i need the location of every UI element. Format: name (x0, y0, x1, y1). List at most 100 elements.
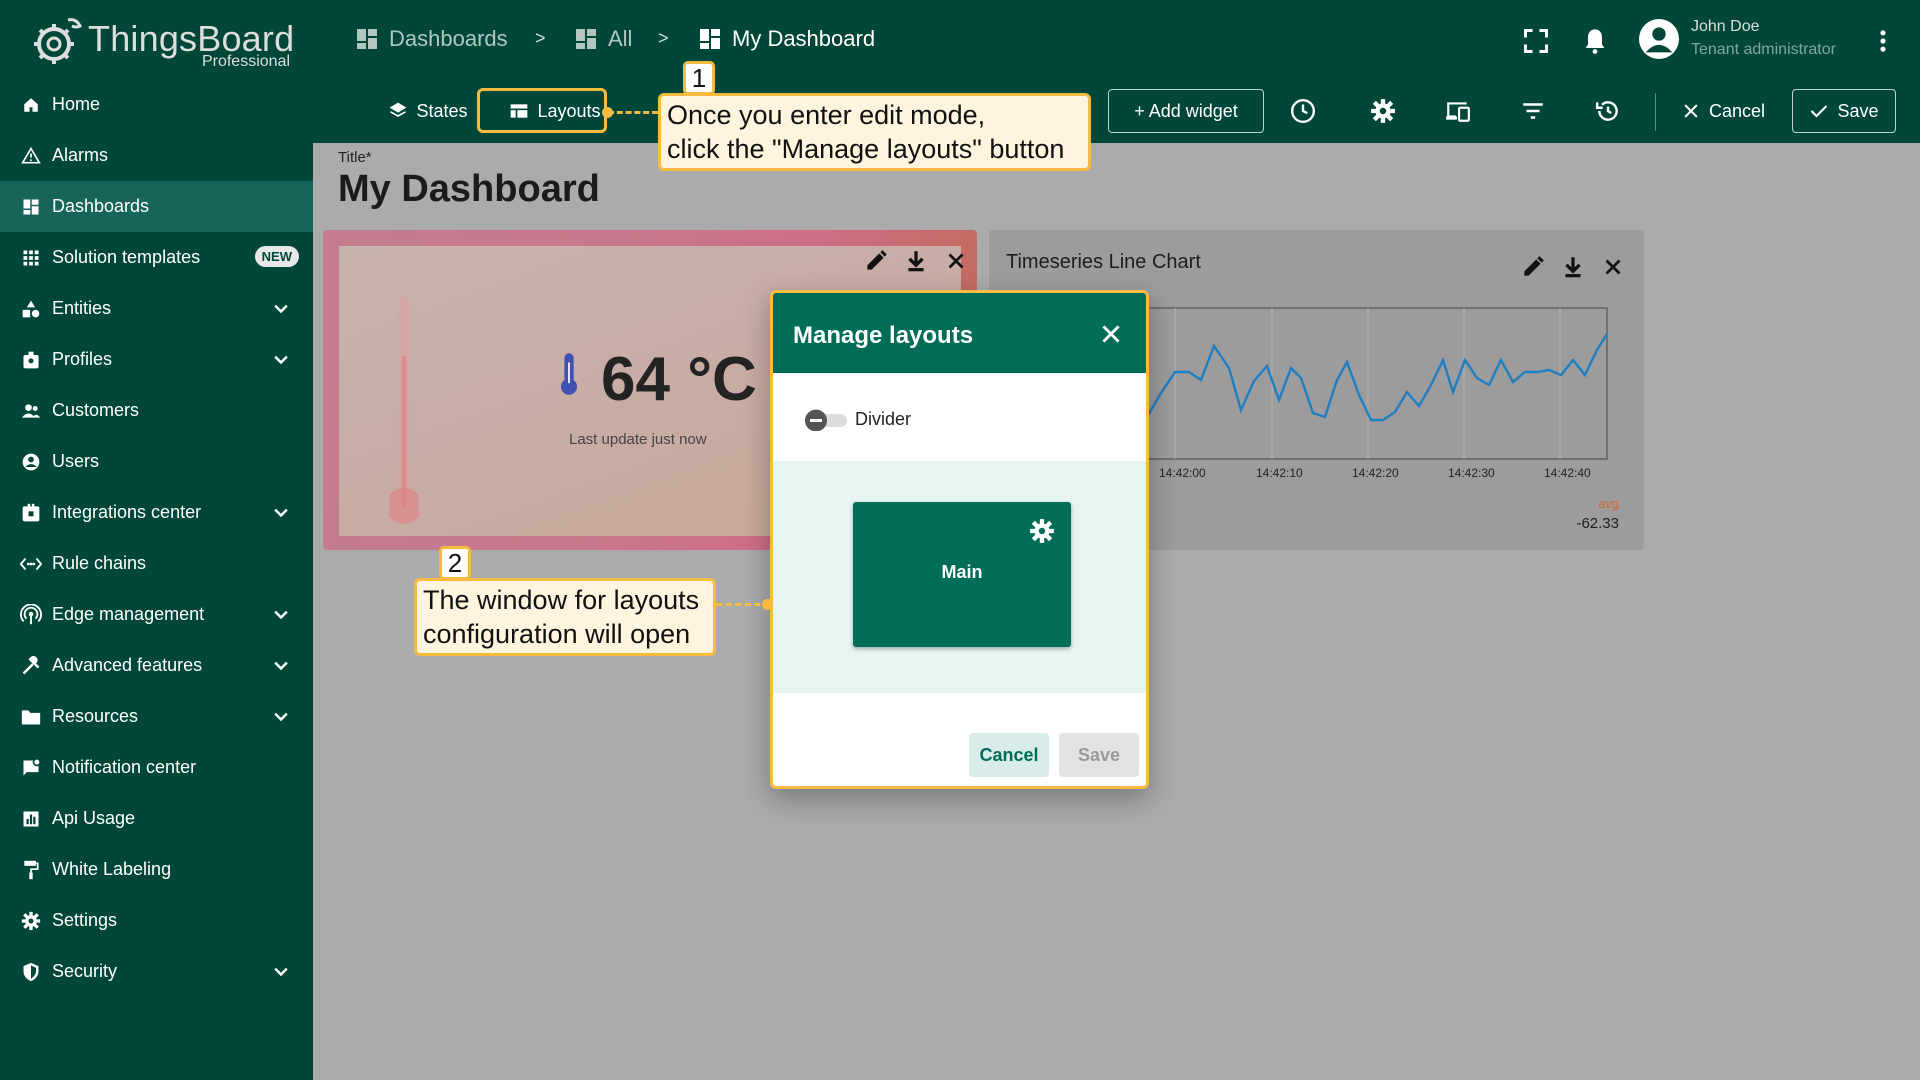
warning-icon (20, 145, 42, 167)
sidebar-item-home[interactable]: Home (0, 79, 313, 130)
sidebar-item-integrations-center[interactable]: Integrations center (0, 487, 313, 538)
series-line (1118, 333, 1609, 429)
sidebar-item-resources[interactable]: Resources (0, 691, 313, 742)
thermometer-image (389, 296, 419, 524)
history-icon[interactable] (1595, 98, 1621, 124)
notification-icon (20, 757, 42, 779)
sidebar-item-users[interactable]: Users (0, 436, 313, 487)
more-vert-icon[interactable] (1869, 27, 1897, 55)
rule-chain-icon (20, 553, 42, 575)
last-update-text: Last update just now (569, 431, 707, 448)
page-title[interactable]: My Dashboard (338, 168, 600, 211)
sidebar-item-label: Integrations center (52, 502, 202, 522)
gear-icon[interactable] (1370, 98, 1396, 124)
breadcrumb-all[interactable]: All (574, 26, 632, 52)
x-tick-label: 14:42:10 (1256, 466, 1303, 480)
sidebar-item-label: Profiles (52, 349, 113, 369)
gear-icon[interactable] (1029, 518, 1055, 544)
paint-roller-icon (20, 859, 42, 881)
sidebar-item-settings[interactable]: Settings (0, 895, 313, 946)
chevron-down-icon (274, 508, 288, 518)
callout-text: Once you enter edit mode, (667, 100, 986, 130)
sidebar-item-dashboards[interactable]: Dashboards (0, 181, 313, 232)
layouts-highlight (477, 88, 607, 133)
cancel-label: Cancel (1708, 100, 1766, 121)
tools-icon (20, 655, 42, 677)
fullscreen-icon[interactable] (1522, 27, 1550, 55)
sidebar-item-profiles[interactable]: Profiles (0, 334, 313, 385)
divider-toggle[interactable] (805, 409, 849, 431)
step-2-callout: The window for layouts configuration wil… (414, 578, 716, 656)
sidebar-item-label: Users (52, 451, 100, 471)
breadcrumb-separator: > (658, 28, 669, 48)
breadcrumb-label: All (608, 26, 633, 51)
sidebar-item-security[interactable]: Security (0, 946, 313, 997)
sidebar-item-label: Dashboards (52, 196, 150, 216)
sidebar-item-edge-management[interactable]: Edge management (0, 589, 313, 640)
sidebar-item-rule-chains[interactable]: Rule chains (0, 538, 313, 589)
step-1-badge: 1 (683, 61, 715, 95)
logo[interactable]: ThingsBoard Professional (28, 10, 294, 75)
x-tick-label: 14:42:20 (1352, 466, 1399, 480)
layouts-area: Main (773, 461, 1146, 693)
breadcrumb-dashboards[interactable]: Dashboards (355, 26, 508, 52)
title-field-label: Title* (338, 149, 372, 166)
logo-icon (34, 18, 83, 64)
sidebar-item-solution-templates[interactable]: Solution templates NEW (0, 232, 313, 283)
legend-value: -62.33 (1576, 515, 1619, 532)
avatar (1639, 19, 1679, 59)
cancel-button[interactable]: Cancel (1670, 89, 1776, 133)
sidebar-item-label: White Labeling (52, 859, 172, 879)
save-button[interactable]: Save (1792, 89, 1896, 133)
sidebar-item-entities[interactable]: Entities (0, 283, 313, 334)
chevron-down-icon (274, 712, 288, 722)
edit-icon[interactable] (863, 248, 889, 274)
chart-icon (20, 808, 42, 830)
sidebar-item-label: Settings (52, 910, 118, 930)
sidebar-item-api-usage[interactable]: Api Usage (0, 793, 313, 844)
layout-card-main[interactable]: Main (853, 502, 1071, 647)
download-icon[interactable] (903, 248, 929, 274)
filter-icon[interactable] (1520, 98, 1546, 124)
user-role: Tenant administrator (1691, 41, 1836, 58)
bell-icon[interactable] (1581, 27, 1609, 55)
sidebar-item-label: Rule chains (52, 553, 147, 573)
sidebar: ThingsBoard Professional Home Alarms Das… (0, 0, 313, 1080)
sidebar-item-advanced-features[interactable]: Advanced features (0, 640, 313, 691)
layers-icon (390, 102, 407, 117)
layout-name: Main (941, 562, 983, 582)
sidebar-item-alarms[interactable]: Alarms (0, 130, 313, 181)
breadcrumb-separator: > (535, 28, 546, 48)
user-menu[interactable]: John Doe Tenant administrator (1639, 17, 1879, 61)
user-icon (20, 451, 42, 473)
customers-icon (20, 400, 42, 422)
sidebar-item-label: Advanced features (52, 655, 203, 675)
sidebar-item-customers[interactable]: Customers (0, 385, 313, 436)
sidebar-item-label: Home (52, 94, 101, 114)
step-1-callout: Once you enter edit mode, click the "Man… (658, 93, 1091, 171)
entities-icon (20, 298, 42, 320)
devices-icon[interactable] (1445, 98, 1471, 124)
sidebar-item-label: Edge management (52, 604, 205, 624)
close-icon[interactable] (943, 248, 969, 274)
user-name: John Doe (1691, 18, 1760, 35)
sidebar-item-white-labeling[interactable]: White Labeling (0, 844, 313, 895)
add-widget-button[interactable]: + Add widget (1108, 89, 1264, 133)
gear-icon (20, 910, 42, 932)
sidebar-nav: Home Alarms Dashboards Solution template… (0, 79, 313, 997)
dialog-cancel-button[interactable]: Cancel (969, 733, 1049, 777)
dashboard-icon (357, 29, 377, 49)
profiles-icon (20, 349, 42, 371)
sidebar-item-notification-center[interactable]: Notification center (0, 742, 313, 793)
breadcrumb-my-dashboard: My Dashboard (698, 26, 875, 52)
states-button[interactable]: States (373, 89, 483, 133)
dialog-save-button[interactable]: Save (1059, 733, 1139, 777)
breadcrumb-label: Dashboards (389, 26, 508, 51)
clock-icon[interactable] (1290, 98, 1316, 124)
dialog-title: Manage layouts (793, 322, 974, 349)
x-tick-label: 14:42:40 (1544, 466, 1591, 480)
chevron-down-icon (274, 967, 288, 977)
manage-layouts-dialog: Manage layouts Divider Main Cancel Save (770, 290, 1149, 789)
close-icon[interactable] (1098, 321, 1124, 347)
callout-line (608, 111, 658, 114)
